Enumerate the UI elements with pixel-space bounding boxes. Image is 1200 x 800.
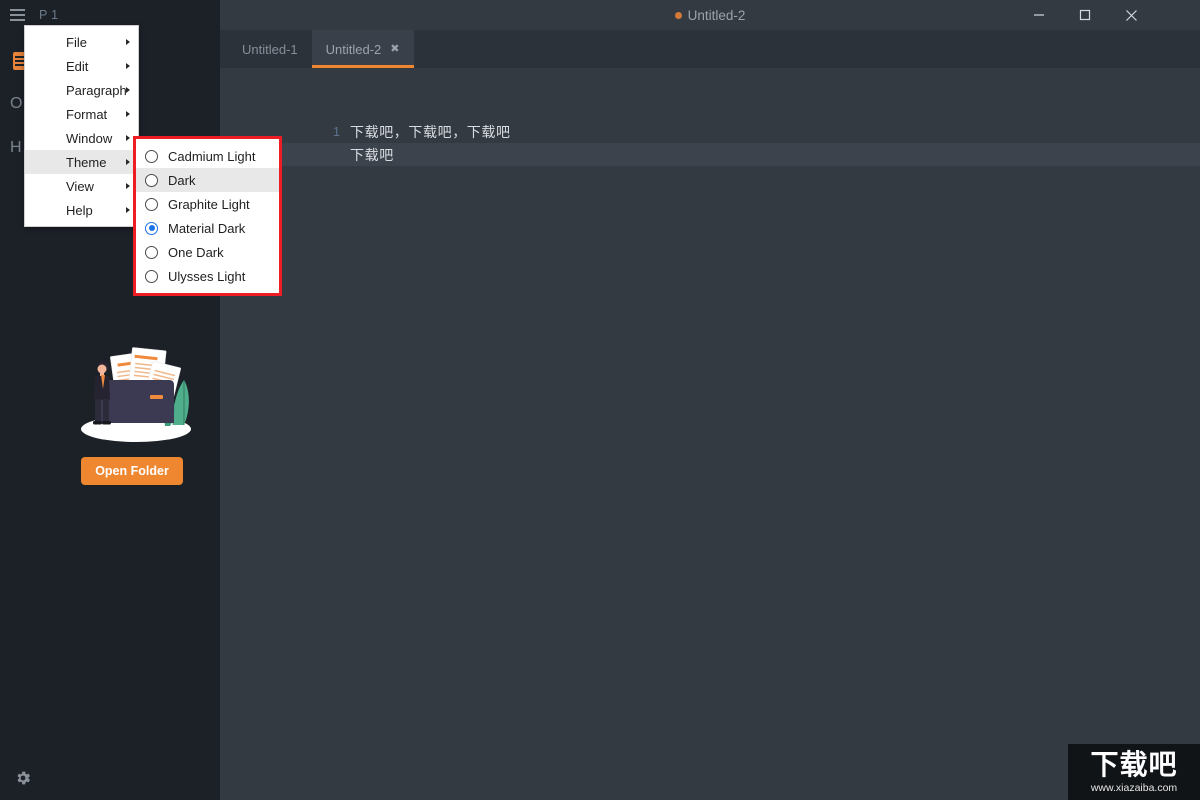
chevron-right-icon — [126, 183, 130, 189]
chevron-right-icon — [126, 111, 130, 117]
radio-icon[interactable] — [145, 173, 158, 187]
theme-option-graphite-light[interactable]: Graphite Light — [136, 192, 279, 216]
sidebar-partial-label-1: O — [10, 95, 23, 112]
tab-label: Untitled-2 — [325, 41, 382, 57]
maximize-button[interactable] — [1062, 0, 1108, 30]
theme-option-one-dark[interactable]: One Dark — [136, 240, 279, 264]
window-title: Untitled-2 — [687, 7, 746, 23]
chevron-right-icon — [126, 87, 130, 93]
chevron-right-icon — [126, 39, 130, 45]
editor-line-active[interactable]: 下载吧 — [220, 143, 1200, 166]
chevron-right-icon — [126, 63, 130, 69]
watermark: 下载吧 www.xiazaiba.com — [1068, 744, 1200, 800]
tab-label: Untitled-1 — [242, 41, 298, 57]
radio-icon[interactable] — [145, 149, 158, 163]
menu-item-help[interactable]: Help — [25, 198, 138, 222]
menu-item-window[interactable]: Window — [25, 126, 138, 150]
menu-item-label: File — [66, 34, 87, 50]
menu-item-label: Theme — [66, 154, 107, 170]
theme-option-label: One Dark — [168, 244, 224, 260]
editor-area[interactable]: 1 下载吧，下载吧，下载吧 下载吧 — [220, 68, 1200, 800]
hamburger-menu-icon[interactable] — [10, 9, 25, 21]
theme-option-label: Graphite Light — [168, 196, 250, 212]
open-folder-illustration — [81, 347, 191, 442]
menu-item-label: View — [66, 178, 94, 194]
open-folder-button[interactable]: Open Folder — [81, 457, 183, 485]
close-button[interactable] — [1108, 0, 1154, 30]
theme-option-material-dark[interactable]: Material Dark — [136, 216, 279, 240]
menu-item-file[interactable]: File — [25, 30, 138, 54]
menu-item-label: Edit — [66, 58, 89, 74]
tab-untitled-2[interactable]: Untitled-2 ✖ — [311, 30, 414, 68]
radio-icon-selected[interactable] — [145, 221, 158, 235]
project-label: P 1 — [39, 8, 59, 22]
app-window: P 1 O H Open Folder Untitled-2 Untitled-… — [0, 0, 1200, 800]
menu-item-label: Window — [66, 130, 113, 146]
menu-item-format[interactable]: Format — [25, 102, 138, 126]
gear-icon[interactable] — [14, 769, 32, 787]
minimize-button[interactable] — [1016, 0, 1062, 30]
menu-item-view[interactable]: View — [25, 174, 138, 198]
tab-close-icon[interactable]: ✖ — [390, 43, 399, 55]
theme-option-ulysses-light[interactable]: Ulysses Light — [136, 264, 279, 288]
menu-item-label: Paragraph — [66, 82, 127, 98]
line-text: 下载吧，下载吧，下载吧 — [350, 123, 511, 140]
theme-submenu-inner: Cadmium Light Dark Graphite Light Materi… — [136, 139, 279, 293]
chevron-right-icon — [126, 135, 130, 141]
watermark-url: www.xiazaiba.com — [1090, 781, 1178, 794]
radio-icon[interactable] — [145, 197, 158, 211]
menu-item-label: Help — [66, 202, 93, 218]
editor-line[interactable]: 1 下载吧，下载吧，下载吧 — [220, 120, 1200, 143]
tab-untitled-1[interactable]: Untitled-1 — [228, 30, 312, 68]
menu-item-label: Format — [66, 106, 108, 122]
title-bar: Untitled-2 — [220, 0, 1200, 30]
theme-option-cadmium-light[interactable]: Cadmium Light — [136, 144, 279, 168]
chevron-right-icon — [126, 159, 130, 165]
main-menu: File Edit Paragraph Format Window Theme … — [24, 25, 139, 227]
chevron-right-icon — [126, 207, 130, 213]
watermark-logo-text: 下载吧 — [1090, 747, 1178, 781]
menu-item-edit[interactable]: Edit — [25, 54, 138, 78]
radio-icon[interactable] — [145, 245, 158, 259]
sidebar-partial-label-2: H — [10, 139, 22, 156]
tab-bar: Untitled-1 Untitled-2 ✖ — [220, 30, 1200, 68]
theme-option-label: Material Dark — [168, 220, 246, 236]
theme-option-label: Ulysses Light — [168, 268, 246, 284]
theme-option-dark[interactable]: Dark — [136, 168, 279, 192]
unsaved-indicator-dot — [674, 11, 682, 19]
radio-icon[interactable] — [145, 269, 158, 283]
theme-option-label: Dark — [168, 172, 196, 188]
menu-item-theme[interactable]: Theme — [25, 150, 138, 174]
theme-submenu: Cadmium Light Dark Graphite Light Materi… — [133, 136, 282, 296]
menu-item-paragraph[interactable]: Paragraph — [25, 78, 138, 102]
theme-option-label: Cadmium Light — [168, 148, 256, 164]
line-text: 下载吧 — [350, 146, 394, 163]
